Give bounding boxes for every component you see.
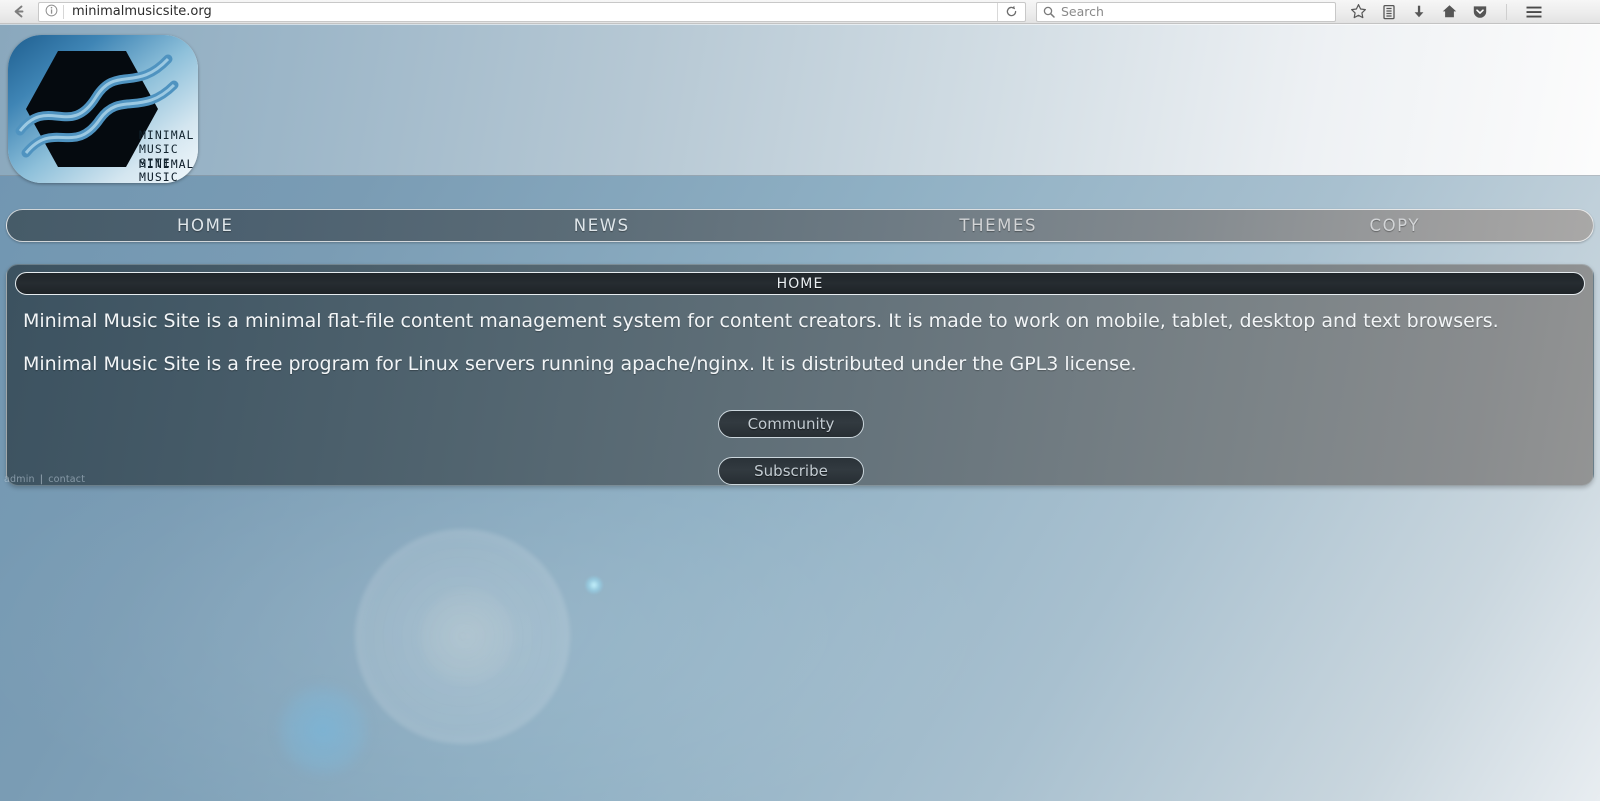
community-button[interactable]: Community bbox=[718, 410, 864, 438]
background-bokeh-blue bbox=[277, 684, 369, 776]
info-circle-icon[interactable] bbox=[39, 4, 63, 20]
library-icon[interactable] bbox=[1381, 4, 1397, 20]
search-bar[interactable]: Search bbox=[1036, 1, 1336, 22]
search-icon bbox=[1043, 6, 1055, 18]
site-footer: admin | contact bbox=[4, 474, 85, 485]
page-background: MINIMAL MUSIC SITE MINIMAL MUSIC SITE HO… bbox=[0, 24, 1600, 801]
bookmark-star-icon[interactable] bbox=[1350, 3, 1367, 20]
hamburger-menu-icon[interactable] bbox=[1525, 4, 1543, 20]
downloads-icon[interactable] bbox=[1411, 4, 1427, 20]
logo-text-2: MUSIC bbox=[139, 142, 179, 156]
subscribe-button[interactable]: Subscribe bbox=[718, 457, 864, 485]
page-title: HOME bbox=[776, 275, 824, 292]
browser-toolbar-icons bbox=[1350, 3, 1543, 20]
reload-button[interactable] bbox=[997, 2, 1025, 21]
back-button[interactable] bbox=[4, 1, 34, 23]
main-navigation: HOME NEWS THEMES COPY bbox=[6, 209, 1594, 242]
background-bokeh-inner bbox=[420, 589, 515, 684]
minimal-music-site-logo[interactable]: MINIMAL MUSIC SITE MINIMAL MUSIC SITE bbox=[8, 35, 198, 183]
logo-line-2: MUSIC bbox=[139, 170, 179, 183]
intro-paragraph-2: Minimal Music Site is a free program for… bbox=[23, 353, 1137, 375]
url-text[interactable]: minimalmusicsite.org bbox=[64, 4, 212, 19]
nav-item-news[interactable]: NEWS bbox=[404, 216, 801, 235]
background-bokeh-dot bbox=[585, 576, 603, 594]
url-bar[interactable]: minimalmusicsite.org bbox=[38, 1, 1026, 22]
nav-item-copy[interactable]: COPY bbox=[1197, 216, 1594, 235]
footer-link-contact[interactable]: contact bbox=[48, 474, 85, 485]
nav-item-home[interactable]: HOME bbox=[7, 216, 404, 235]
site-header: MINIMAL MUSIC SITE MINIMAL MUSIC SITE bbox=[0, 24, 1600, 183]
footer-separator: | bbox=[39, 474, 44, 485]
panel-title-bar: HOME bbox=[15, 272, 1585, 295]
home-icon[interactable] bbox=[1441, 3, 1458, 20]
pocket-icon[interactable] bbox=[1472, 4, 1488, 20]
logo-text-1: MINIMAL bbox=[139, 128, 194, 142]
browser-toolbar: minimalmusicsite.org Search bbox=[0, 0, 1600, 24]
content-panel: HOME Minimal Music Site is a minimal fla… bbox=[6, 264, 1594, 486]
toolbar-divider bbox=[1506, 3, 1507, 20]
back-arrow-icon bbox=[14, 5, 23, 18]
reload-icon bbox=[1006, 5, 1017, 17]
nav-item-themes[interactable]: THEMES bbox=[800, 216, 1197, 235]
search-input[interactable]: Search bbox=[1061, 4, 1104, 19]
intro-paragraph-1: Minimal Music Site is a minimal flat-fil… bbox=[23, 310, 1499, 332]
background-bokeh-large bbox=[355, 529, 570, 744]
logo-text-3: SITE bbox=[139, 156, 171, 170]
footer-link-admin[interactable]: admin bbox=[4, 474, 35, 485]
